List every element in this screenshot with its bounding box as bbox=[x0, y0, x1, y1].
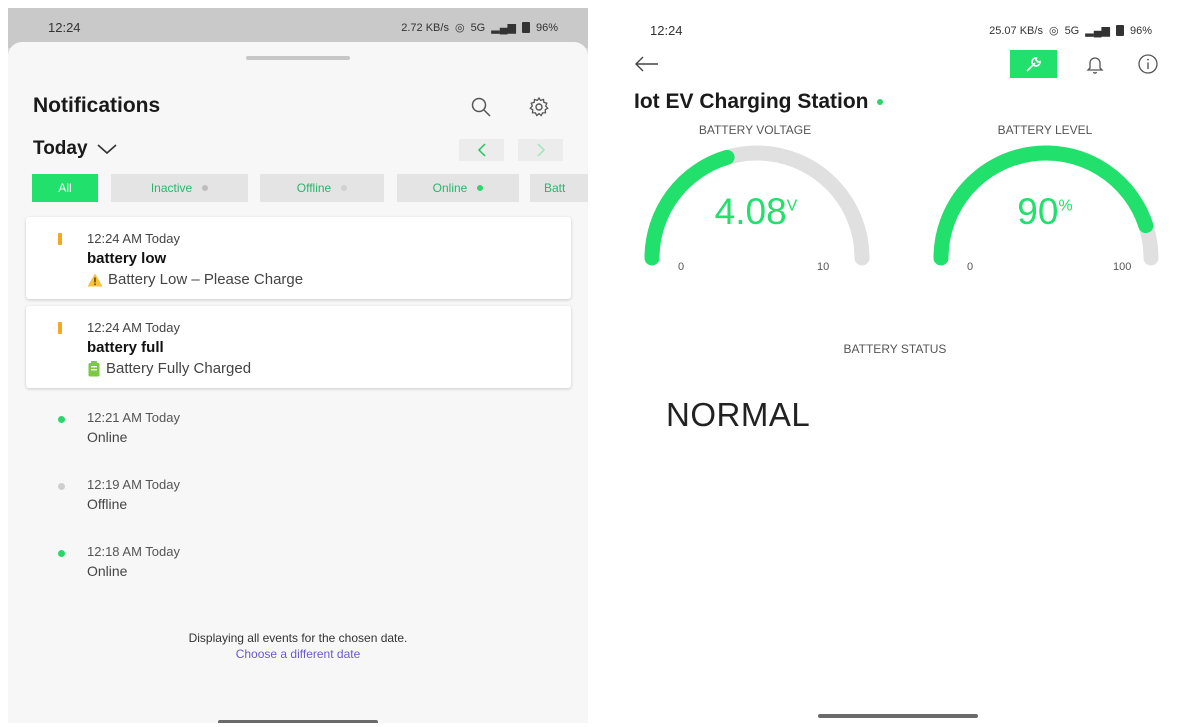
card-title: battery low bbox=[87, 250, 167, 267]
status-icons: 25.07 KB/s ◎ 5G ▂▄▆ 96% bbox=[989, 24, 1152, 38]
online-status-dot bbox=[876, 99, 883, 105]
chevron-right-icon bbox=[536, 143, 545, 157]
info-icon[interactable] bbox=[1137, 53, 1159, 75]
status-dot bbox=[58, 550, 65, 557]
card-time: 12:24 AM Today bbox=[87, 231, 180, 246]
chip-label: Batt bbox=[544, 181, 566, 195]
gauge-max: 100 bbox=[1113, 261, 1132, 273]
device-title-text: Iot EV Charging Station bbox=[634, 90, 869, 113]
notification-card[interactable]: 12:24 AM Today battery low Battery Low –… bbox=[26, 217, 571, 299]
status-dot bbox=[202, 185, 209, 191]
status-time: 12:24 bbox=[48, 20, 81, 35]
chip-online[interactable]: Online bbox=[397, 174, 519, 202]
hotspot-icon: ◎ bbox=[1048, 25, 1059, 37]
footer-info: Displaying all events for the chosen dat… bbox=[188, 631, 408, 645]
back-arrow-icon[interactable] bbox=[634, 54, 660, 74]
chevron-down-icon bbox=[97, 144, 117, 155]
chip-label: Offline bbox=[296, 181, 332, 195]
warning-icon bbox=[87, 273, 103, 286]
status-dot bbox=[58, 416, 65, 423]
gauge-min: 0 bbox=[967, 261, 974, 273]
chip-all[interactable]: All bbox=[32, 174, 98, 202]
status-icons: 2.72 KB/s ◎ 5G ▂▄▆ 96% bbox=[401, 21, 558, 35]
card-message-text: Battery Low – Please Charge bbox=[108, 271, 304, 288]
gauge-label-voltage: BATTERY VOLTAGE bbox=[698, 123, 812, 137]
chip-battery[interactable]: Batt bbox=[530, 174, 588, 202]
next-date-button[interactable] bbox=[518, 139, 563, 161]
level-value: 90% bbox=[945, 191, 1145, 233]
net-speed: 2.72 KB/s bbox=[401, 21, 449, 34]
page-title: Notifications bbox=[33, 94, 161, 117]
notifications-sheet: Notifications Today All Inactive Offline… bbox=[8, 42, 588, 723]
battery-status-value: NORMAL bbox=[666, 396, 811, 433]
event-time: 12:19 AM Today bbox=[87, 477, 180, 492]
event-label: Online bbox=[87, 563, 128, 579]
gauge-label-level: BATTERY LEVEL bbox=[997, 123, 1093, 137]
signal-icon: ▂▄▆ bbox=[1085, 25, 1110, 37]
network-type: 5G bbox=[1064, 24, 1080, 37]
event-label: Offline bbox=[87, 496, 128, 512]
network-type: 5G bbox=[470, 21, 486, 34]
notifications-screen: 12:24 2.72 KB/s ◎ 5G ▂▄▆ 96% Notificatio… bbox=[8, 8, 588, 723]
card-time: 12:24 AM Today bbox=[87, 320, 180, 335]
home-indicator[interactable] bbox=[218, 720, 378, 723]
signal-icon: ▂▄▆ bbox=[491, 22, 516, 34]
bell-icon[interactable] bbox=[1084, 53, 1106, 75]
voltage-number: 4.08 bbox=[714, 191, 787, 232]
device-title: Iot EV Charging Station bbox=[634, 90, 883, 114]
wrench-icon bbox=[1025, 57, 1041, 72]
filter-chips: All Inactive Offline Online Batt bbox=[32, 174, 588, 202]
net-speed: 25.07 KB/s bbox=[989, 24, 1043, 37]
gear-icon[interactable] bbox=[526, 94, 552, 120]
voltage-value: 4.08V bbox=[656, 191, 856, 233]
priority-marker bbox=[58, 233, 62, 245]
card-message-text: Battery Fully Charged bbox=[106, 360, 252, 377]
voltage-unit: V bbox=[786, 197, 798, 215]
card-message: Battery Low – Please Charge bbox=[87, 271, 303, 288]
gauge-min: 0 bbox=[678, 261, 685, 273]
settings-button[interactable] bbox=[1010, 50, 1057, 78]
gauge-max: 10 bbox=[817, 261, 830, 273]
chip-label: Inactive bbox=[150, 181, 193, 195]
status-time: 12:24 bbox=[650, 23, 683, 38]
sheet-grab-handle[interactable] bbox=[246, 56, 350, 60]
status-dot bbox=[341, 185, 348, 191]
battery-status-label: BATTERY STATUS bbox=[843, 342, 947, 356]
status-dot bbox=[58, 483, 65, 490]
chip-offline[interactable]: Offline bbox=[260, 174, 384, 202]
level-unit: % bbox=[1058, 197, 1073, 215]
choose-date-link[interactable]: Choose a different date bbox=[8, 647, 588, 661]
card-title: battery full bbox=[87, 339, 164, 356]
event-label: Online bbox=[87, 429, 128, 445]
chip-inactive[interactable]: Inactive bbox=[111, 174, 248, 202]
chip-label: All bbox=[58, 181, 72, 195]
level-number: 90 bbox=[1017, 191, 1059, 232]
battery-icon bbox=[521, 22, 530, 33]
chip-label: Online bbox=[432, 181, 468, 195]
event-time: 12:18 AM Today bbox=[87, 544, 180, 559]
notification-card[interactable]: 12:24 AM Today battery full Battery Full… bbox=[26, 306, 571, 388]
home-indicator[interactable] bbox=[818, 714, 978, 718]
card-message: Battery Fully Charged bbox=[87, 360, 251, 377]
battery-icon bbox=[88, 360, 100, 376]
device-screen: 12:24 25.07 KB/s ◎ 5G ▂▄▆ 96% Iot EV Cha… bbox=[610, 8, 1180, 723]
date-filter-dropdown[interactable]: Today bbox=[33, 138, 118, 160]
prev-date-button[interactable] bbox=[459, 139, 504, 161]
event-time: 12:21 AM Today bbox=[87, 410, 180, 425]
priority-marker bbox=[58, 322, 62, 334]
battery-icon bbox=[1115, 25, 1124, 36]
screenshot-root: 12:24 2.72 KB/s ◎ 5G ▂▄▆ 96% Notificatio… bbox=[0, 0, 1184, 727]
date-filter-label: Today bbox=[33, 138, 88, 159]
battery-percent: 96% bbox=[1129, 24, 1152, 37]
hotspot-icon: ◎ bbox=[454, 22, 465, 34]
chevron-left-icon bbox=[477, 143, 486, 157]
status-dot bbox=[477, 185, 484, 191]
search-icon[interactable] bbox=[468, 94, 494, 120]
battery-percent: 96% bbox=[535, 21, 558, 34]
